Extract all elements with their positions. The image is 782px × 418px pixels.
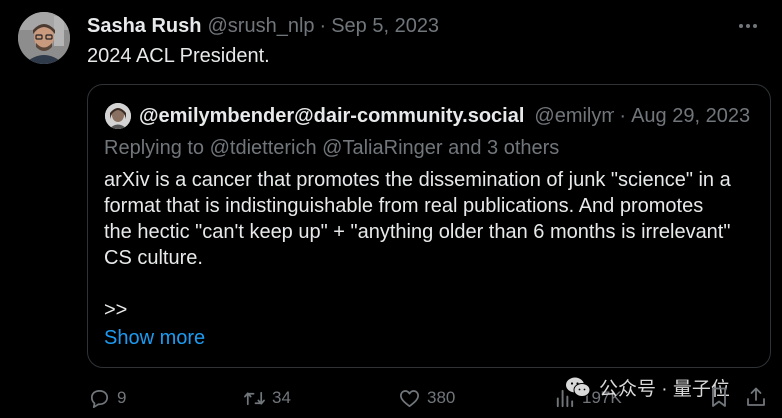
share-icon: [747, 387, 765, 406]
heart-icon: [400, 389, 419, 407]
tweet-text: 2024 ACL President.: [87, 45, 270, 67]
wechat-icon: [566, 377, 591, 397]
retweet-count: 34: [272, 388, 291, 407]
retweet-icon: [244, 391, 265, 405]
more-options-button[interactable]: [736, 14, 760, 38]
replying-to-text: Replying to @tdietterich @TaliaRinger an…: [104, 137, 560, 159]
like-count: 380: [427, 388, 456, 407]
author-handle[interactable]: @srush_nlp: [207, 15, 314, 38]
quoted-header-separator: ·: [619, 104, 627, 127]
author-name[interactable]: Sasha Rush: [87, 15, 201, 38]
reply-icon: [90, 389, 109, 408]
quoted-text-line: arXiv is a cancer that promotes the diss…: [104, 169, 731, 191]
header-separator: ·: [319, 14, 327, 37]
profile-photo-icon: [18, 12, 70, 64]
quoted-tweet-header: @emilymbender@dair-community.social @emi…: [139, 103, 759, 129]
quoted-text-line: CS culture.: [104, 247, 203, 269]
show-more-link[interactable]: Show more: [104, 325, 205, 351]
quoted-text-line: format that is indistinguishable from re…: [104, 195, 704, 217]
tweet-header: Sasha Rush @srush_nlp · Sep 5, 2023: [87, 13, 439, 39]
quoted-text-line: >>: [104, 299, 128, 321]
reply-button[interactable]: 9: [88, 385, 126, 411]
quoted-author-name: @emilymbender@dair-community.social: [139, 104, 525, 127]
like-button[interactable]: 380: [398, 385, 455, 411]
wechat-watermark: 公众号 · 量子位: [565, 372, 730, 402]
share-button[interactable]: [744, 385, 768, 411]
quoted-author-avatar: [105, 103, 131, 129]
reply-count: 9: [117, 388, 127, 407]
profile-photo-icon: [105, 103, 131, 129]
quoted-tweet[interactable]: @emilymbender@dair-community.social @emi…: [87, 84, 771, 368]
more-horizontal-icon: [739, 24, 757, 28]
bookmark-button[interactable]: [707, 385, 731, 411]
bookmark-icon: [712, 387, 726, 407]
tweet: Sasha Rush @srush_nlp · Sep 5, 2023 2024…: [0, 0, 782, 418]
quoted-author-handle: @emilym: [534, 104, 615, 127]
quoted-text-line: [104, 271, 764, 297]
quoted-text-line: the hectic "can't keep up" + "anything o…: [104, 221, 731, 243]
quoted-tweet-date: Aug 29, 2023: [631, 104, 751, 127]
quoted-tweet-text: arXiv is a cancer that promotes the diss…: [104, 167, 764, 323]
author-avatar[interactable]: [18, 12, 70, 64]
retweet-button[interactable]: 34: [243, 385, 291, 411]
tweet-date[interactable]: Sep 5, 2023: [331, 15, 439, 38]
